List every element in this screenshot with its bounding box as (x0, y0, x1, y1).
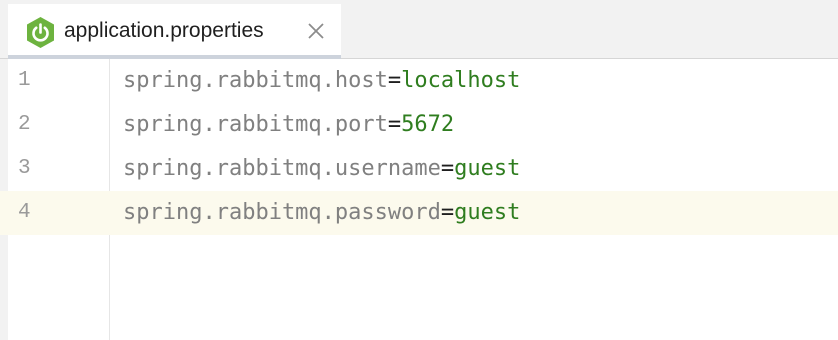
code-line-2[interactable]: 2 spring.rabbitmq.port=5672 (0, 103, 838, 147)
property-separator: = (387, 68, 402, 93)
line-number: 4 (18, 201, 31, 224)
property-value: guest (454, 200, 521, 225)
tab-filename: application.properties (64, 19, 264, 42)
code-text: spring.rabbitmq.username=guest (123, 147, 520, 191)
property-separator: = (440, 200, 455, 225)
property-key: spring.rabbitmq.password (123, 200, 441, 225)
code-line-1[interactable]: 1 spring.rabbitmq.host=localhost (0, 59, 838, 103)
property-key: spring.rabbitmq.port (123, 112, 388, 137)
close-icon[interactable] (307, 22, 325, 40)
property-value: 5672 (401, 112, 455, 137)
code-editor[interactable]: 1 spring.rabbitmq.host=localhost 2 sprin… (0, 59, 838, 340)
code-line-4[interactable]: 4 spring.rabbitmq.password=guest (0, 191, 838, 235)
tab-bar: application.properties (0, 0, 838, 59)
editor-window: application.properties 1 spring.rabbitmq… (0, 0, 838, 340)
property-value: guest (454, 156, 521, 181)
code-line-3[interactable]: 3 spring.rabbitmq.username=guest (0, 147, 838, 191)
spring-power-icon (27, 17, 54, 48)
line-number: 3 (18, 157, 31, 180)
property-separator: = (387, 112, 402, 137)
code-text: spring.rabbitmq.host=localhost (123, 59, 520, 103)
code-text: spring.rabbitmq.port=5672 (123, 103, 454, 147)
tab-application-properties[interactable]: application.properties (8, 4, 341, 59)
property-value: localhost (401, 68, 521, 93)
code-text: spring.rabbitmq.password=guest (123, 191, 520, 235)
property-separator: = (440, 156, 455, 181)
line-number: 2 (18, 113, 31, 136)
line-number: 1 (18, 69, 31, 92)
property-key: spring.rabbitmq.host (123, 68, 388, 93)
property-key: spring.rabbitmq.username (123, 156, 441, 181)
